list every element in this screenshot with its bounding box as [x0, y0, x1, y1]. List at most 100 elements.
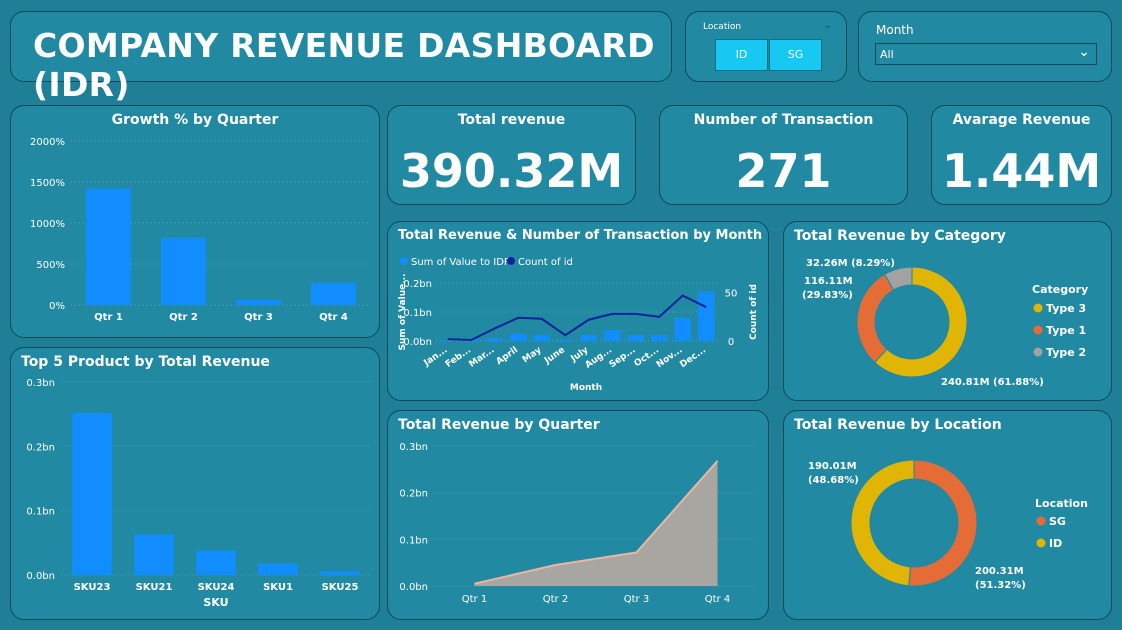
donut-slice [856, 273, 895, 364]
y-axis-label: Sum of Value... [398, 273, 408, 350]
x-tick-label: May [521, 345, 544, 365]
bar [196, 550, 236, 575]
y-tick-label: 0% [49, 301, 65, 312]
chevron-down-icon[interactable]: ⌄ [824, 20, 832, 31]
location-option-sg[interactable]: SG [769, 39, 822, 71]
series-line [447, 294, 707, 342]
bar [510, 333, 527, 341]
data-label: 240.81M (61.88%) [941, 377, 1044, 388]
data-label: 190.01M [808, 461, 857, 472]
x-tick-label: Qtr 1 [462, 594, 487, 605]
x-tick-label: Qtr 4 [705, 594, 730, 605]
y-tick-label: 0.2bn [26, 442, 55, 453]
location-slicer-label: Location [703, 22, 742, 32]
location-chart-card: Total Revenue by Location 190.01M (48.68%… [783, 410, 1112, 620]
legend-marker [1033, 303, 1043, 313]
legend-title: Location [1035, 497, 1088, 510]
y-tick-label: 1500% [30, 178, 65, 189]
bar [651, 335, 668, 341]
bar [580, 335, 597, 341]
legend-label: Type 2 [1046, 346, 1086, 359]
legend-marker [1033, 325, 1043, 335]
bar [698, 291, 715, 341]
page-title: COMPANY REVENUE DASHBOARD (IDR) [33, 26, 655, 104]
data-label: 116.11M [804, 276, 853, 287]
x-tick-label: Dec... [678, 345, 708, 370]
y-tick-label: 0.2bn [399, 489, 428, 500]
legend-marker [1036, 516, 1046, 526]
y-tick-label: 0.0bn [26, 571, 55, 582]
donut-slice [850, 459, 915, 587]
y2-tick-label: 50 [725, 289, 738, 300]
bar [311, 282, 356, 305]
kpi-avg-revenue-value: 1.44M [941, 144, 1102, 198]
category-chart: 32.26M (8.29%) 116.11M (29.83%) 240.81M (61… [802, 258, 1088, 388]
kpi-transactions-label: Number of Transaction [693, 112, 874, 128]
location-option-id[interactable]: ID [715, 39, 768, 71]
data-label: 32.26M (8.29%) [806, 258, 895, 269]
category-chart-card: Total Revenue by Category 32.26M (8.29%)… [783, 221, 1112, 401]
y2-axis-label: Count of id [749, 284, 759, 340]
data-label: (29.83%) [802, 290, 853, 301]
kpi-transactions-value: 271 [735, 144, 832, 198]
kpi-avg-revenue-label: Avarage Revenue [952, 112, 1091, 128]
y-tick-label: 0.3bn [26, 378, 55, 389]
y2-tick-label: 0 [728, 337, 734, 348]
x-tick-label: April [495, 345, 520, 367]
donut-slice [908, 459, 978, 587]
x-axis-label: SKU [203, 596, 228, 609]
kpi-total-revenue: Total revenue 390.32M [387, 105, 636, 205]
y-tick-label: 0.1bn [399, 535, 428, 546]
month-dropdown[interactable]: All ⌄ [875, 43, 1097, 65]
data-label: (51.32%) [975, 580, 1026, 591]
legend-label: Sum of Value to IDR [411, 257, 511, 268]
y-tick-label: 1000% [30, 219, 65, 230]
header-card: COMPANY REVENUE DASHBOARD (IDR) [10, 11, 672, 104]
x-tick-label: SKU25 [322, 582, 359, 593]
legend-marker [1036, 538, 1046, 548]
x-tick-label: Qtr 2 [543, 594, 568, 605]
bar [86, 188, 131, 305]
growth-chart-card: Growth % by Quarter 0% 500% 1000% 1500% 2000… [10, 105, 380, 338]
x-tick-label: Qtr 4 [319, 312, 348, 323]
location-slicer: Location ⌄ ID SG [685, 11, 847, 82]
location-chart: 190.01M (48.68%) 200.31M (51.32%) Location SG… [808, 459, 1088, 591]
legend-label: Type 3 [1046, 302, 1086, 315]
x-tick-label: Nov... [655, 345, 685, 370]
bar [258, 563, 298, 575]
x-tick-label: Qtr 2 [169, 312, 198, 323]
month-dropdown-value: All [880, 48, 894, 61]
x-tick-label: Mar... [467, 345, 496, 370]
y-tick-label: 0.0bn [399, 582, 428, 593]
data-label: 200.31M [975, 566, 1024, 577]
x-tick-label: Sep... [608, 345, 638, 370]
data-label: (48.68%) [808, 475, 859, 486]
x-tick-label: Qtr 3 [624, 594, 649, 605]
top5-chart-card: Top 5 Product by Total Revenue 0.0bn 0.1b… [10, 347, 380, 620]
bar [604, 329, 621, 341]
x-axis-label: Month [570, 383, 602, 393]
y-tick-label: 2000% [30, 137, 65, 148]
area-fill [474, 460, 718, 586]
y-tick-label: 0.1bn [26, 507, 55, 518]
bar [533, 335, 550, 341]
bar [72, 412, 112, 575]
monthly-chart: Sum of Value to IDR Count of id0.0bn0.1bn… [398, 257, 759, 393]
x-tick-label: June [542, 345, 567, 367]
kpi-total-revenue-label: Total revenue [457, 112, 566, 128]
x-tick-label: Feb... [444, 345, 473, 370]
y-tick-label: 0.3bn [399, 442, 428, 453]
x-tick-label: Qtr 3 [244, 312, 273, 323]
legend-marker [1033, 347, 1043, 357]
legend-label: Count of id [518, 257, 573, 268]
bar [557, 339, 574, 341]
growth-chart: 0% 500% 1000% 1500% 2000% Qtr 1 Qtr 2 Qtr 3 Qtr … [30, 137, 371, 323]
bar [674, 317, 691, 341]
bar [161, 237, 206, 305]
quarter-chart-card: Total Revenue by Quarter 0.0bn 0.1bn 0.2bn… [387, 410, 769, 620]
bar [320, 571, 360, 575]
monthly-chart-card: Total Revenue & Number of Transaction by… [387, 221, 769, 401]
y-tick-label: 500% [36, 260, 65, 271]
x-tick-label: SKU21 [136, 582, 173, 593]
kpi-transactions: Number of Transaction 271 [659, 105, 908, 205]
